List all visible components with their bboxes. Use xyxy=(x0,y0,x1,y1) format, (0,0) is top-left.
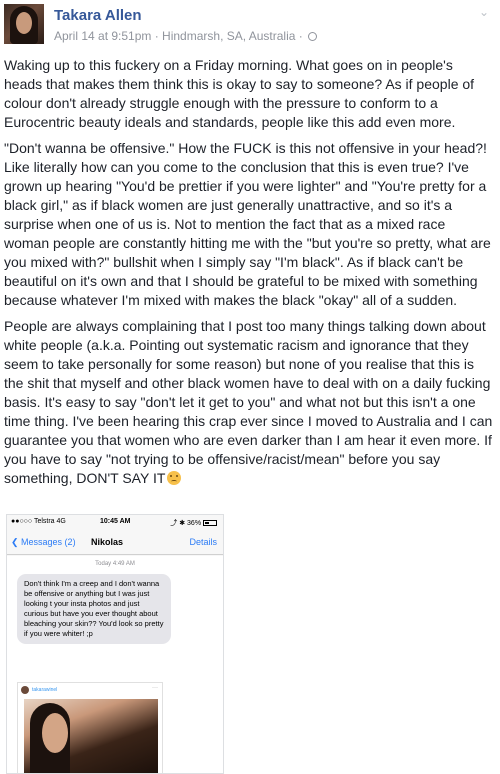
messages-navbar: ❮ Messages (2) Nikolas Details xyxy=(7,531,223,555)
author-avatar[interactable] xyxy=(4,4,44,44)
instagram-post-preview: takarawinel ··· xyxy=(17,682,163,773)
photo-face xyxy=(42,713,68,753)
post-timestamp-location[interactable]: April 14 at 9:51pm · Hindmarsh, SA, Aust… xyxy=(54,29,303,43)
post-paragraph: People are always complaining that I pos… xyxy=(4,317,494,488)
more-options-icon: ··· xyxy=(152,685,158,691)
avatar-face xyxy=(16,12,32,34)
carrier-label: ●●○○○ Telstra 4G xyxy=(11,518,66,525)
chevron-down-icon[interactable]: ⌄ xyxy=(478,6,490,18)
globe-icon[interactable] xyxy=(308,32,318,41)
post-meta: April 14 at 9:51pm · Hindmarsh, SA, Aust… xyxy=(54,29,318,43)
battery-icon xyxy=(203,520,217,526)
incoming-message-bubble: Don't think I'm a creep and I don't wann… xyxy=(17,574,171,644)
instagram-username: takarawinel xyxy=(32,687,58,693)
post-header: Takara Allen April 14 at 9:51pm · Hindma… xyxy=(4,4,496,48)
battery-status: ⤴ ✱ 36% xyxy=(170,518,217,528)
post-paragraph: Waking up to this fuckery on a Friday mo… xyxy=(4,57,475,130)
message-thread: Today 4:49 AM Don't think I'm a creep an… xyxy=(7,556,223,773)
instagram-header: takarawinel ··· xyxy=(18,683,162,697)
contact-name: Nikolas xyxy=(91,537,124,547)
phone-time: 10:45 AM xyxy=(100,518,131,525)
message-timestamp: Today 4:49 AM xyxy=(95,561,135,567)
disappointed-face-emoji xyxy=(167,471,182,485)
details-button[interactable]: Details xyxy=(189,537,217,547)
instagram-photo xyxy=(24,699,158,773)
facebook-post: Takara Allen April 14 at 9:51pm · Hindma… xyxy=(0,0,500,774)
instagram-avatar xyxy=(21,686,29,694)
post-paragraph-text: People are always complaining that I pos… xyxy=(4,318,493,486)
messages-back-button[interactable]: ❮ Messages (2) xyxy=(11,537,76,548)
author-name[interactable]: Takara Allen xyxy=(54,7,142,24)
post-body: Waking up to this fuckery on a Friday mo… xyxy=(4,56,494,495)
battery-percent: ⤴ ✱ 36% xyxy=(170,520,202,527)
phone-status-bar: ●●○○○ Telstra 4G 10:45 AM ⤴ ✱ 36% xyxy=(7,515,223,529)
post-paragraph: "Don't wanna be offensive." How the FUCK… xyxy=(4,140,491,308)
attached-screenshot[interactable]: ●●○○○ Telstra 4G 10:45 AM ⤴ ✱ 36% ❮ Mess… xyxy=(6,514,224,774)
